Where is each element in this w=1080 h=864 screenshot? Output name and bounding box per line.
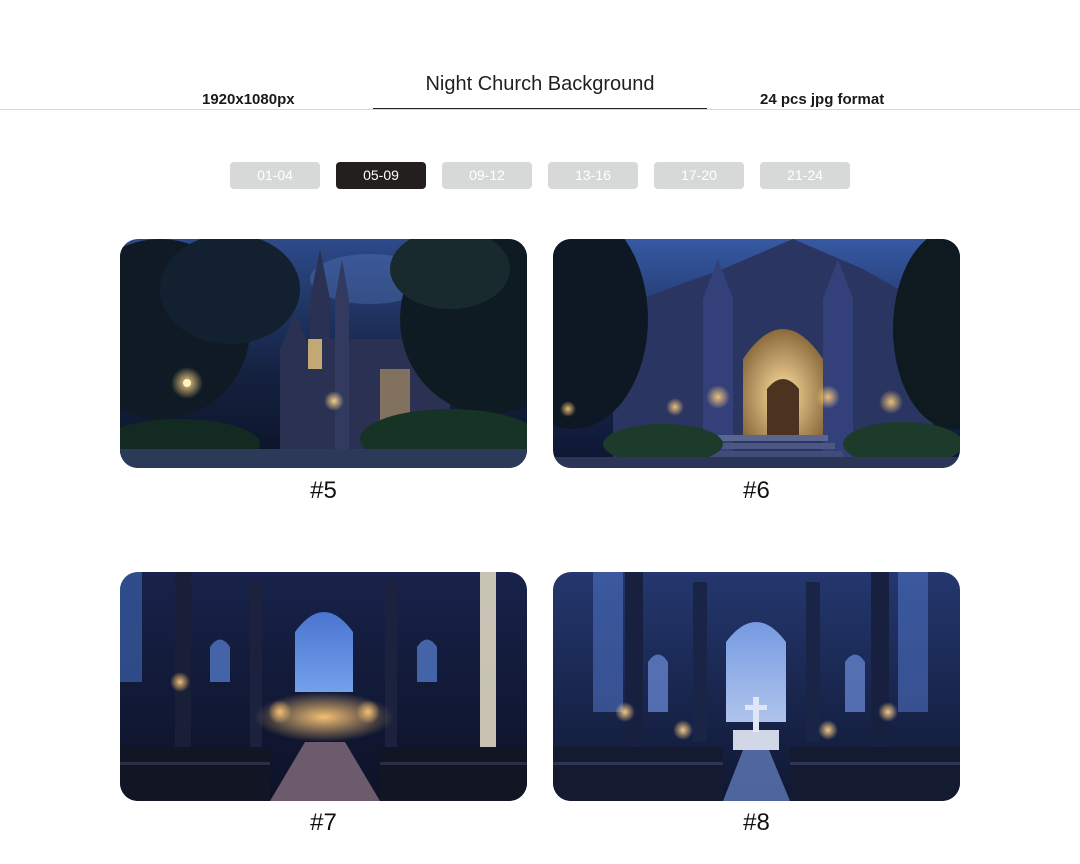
gallery-image-6[interactable]	[553, 239, 960, 468]
image-caption-8: #8	[743, 809, 770, 836]
church-exterior-image	[120, 239, 527, 468]
tab-21-24[interactable]: 21-24	[760, 162, 850, 189]
church-entrance-image	[553, 239, 960, 468]
gallery-image-5[interactable]	[120, 239, 527, 468]
image-caption-5: #5	[310, 477, 337, 504]
gallery-image-7[interactable]	[120, 572, 527, 801]
tab-13-16[interactable]: 13-16	[548, 162, 638, 189]
format-label: 24 pcs jpg format	[760, 91, 885, 108]
church-interior-altar-image	[553, 572, 960, 801]
tab-01-04[interactable]: 01-04	[230, 162, 320, 189]
header-divider	[0, 109, 1080, 110]
header: 1920x1080px Night Church Background 24 p…	[0, 0, 1080, 112]
image-caption-7: #7	[310, 809, 337, 836]
church-interior-candles-image	[120, 572, 527, 801]
tab-05-09[interactable]: 05-09	[336, 162, 426, 189]
page-title: Night Church Background	[425, 73, 655, 95]
tab-09-12[interactable]: 09-12	[442, 162, 532, 189]
image-caption-6: #6	[743, 477, 770, 504]
gallery-image-8[interactable]	[553, 572, 960, 801]
tab-17-20[interactable]: 17-20	[654, 162, 744, 189]
resolution-label: 1920x1080px	[202, 91, 295, 108]
